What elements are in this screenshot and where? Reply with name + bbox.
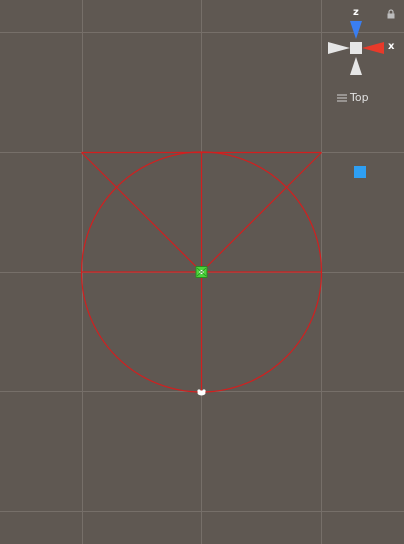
view-mode-label: Top [350, 91, 369, 104]
gizmo-x-cone[interactable] [362, 42, 384, 54]
gizmo-x-label[interactable]: x [388, 42, 394, 52]
menu-icon [337, 94, 347, 102]
wire-diagonal-right [201, 152, 322, 273]
gizmo-z-cone[interactable] [350, 21, 362, 39]
wire-diagonal-left [81, 152, 202, 273]
view-mode-toggle[interactable]: Top [337, 92, 369, 104]
gizmo-center-cube[interactable] [350, 42, 362, 54]
pivot-handle-icon[interactable] [195, 266, 208, 278]
lock-icon[interactable] [386, 9, 396, 19]
object-marker[interactable] [354, 166, 366, 178]
gizmo-neg-z-cone[interactable] [350, 57, 362, 75]
gizmo-neg-x-cone[interactable] [328, 42, 350, 54]
scene-view-viewport[interactable]: z x Top [0, 0, 404, 544]
gizmo-z-label[interactable]: z [353, 8, 359, 18]
